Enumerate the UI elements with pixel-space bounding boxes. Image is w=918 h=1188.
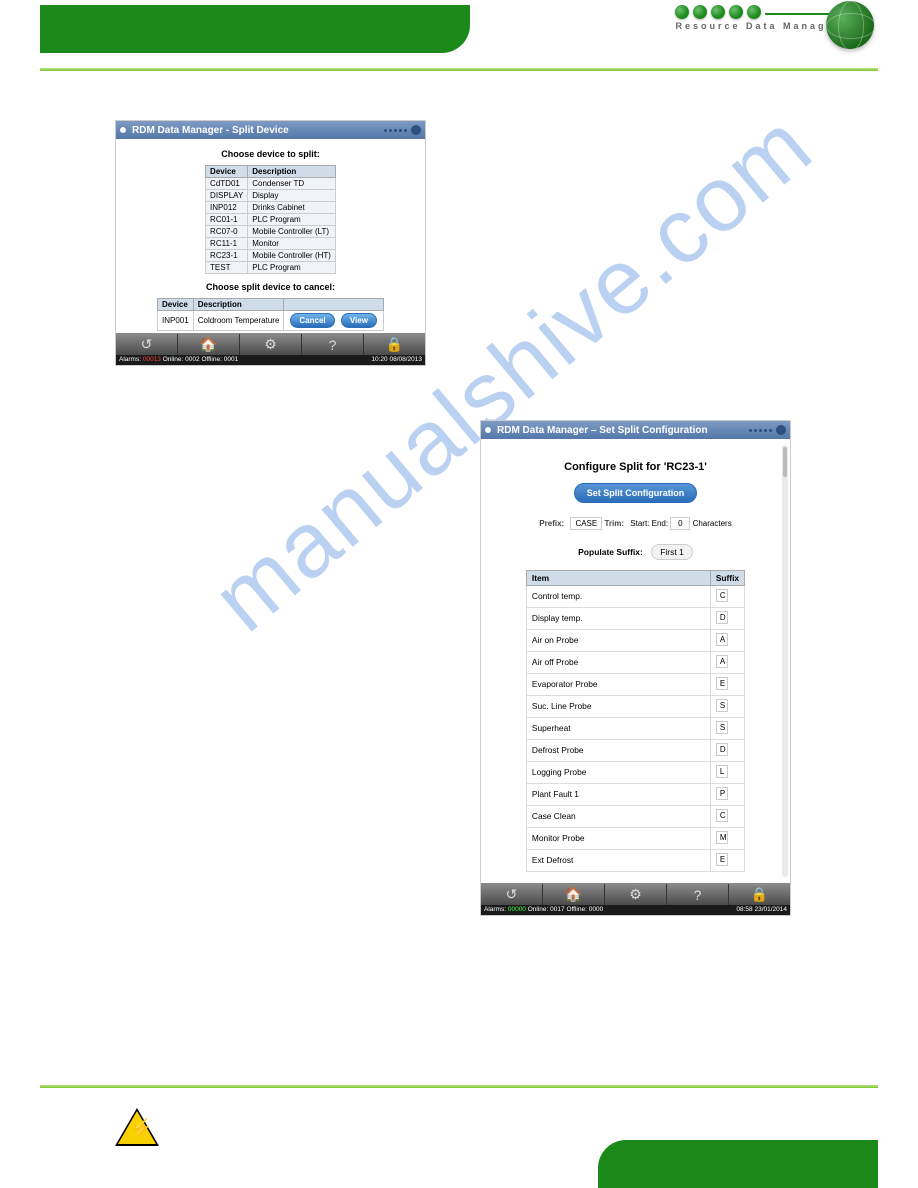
window-title: RDM Data Manager - Split Device [132, 125, 289, 136]
suffix-input[interactable]: M [716, 831, 728, 844]
choose-device-heading: Choose device to split: [116, 149, 425, 159]
suffix-input[interactable]: D [716, 611, 728, 624]
lock-icon[interactable]: 🔒 [364, 334, 425, 355]
table-row[interactable]: RC23-1Mobile Controller (HT) [206, 250, 336, 262]
view-button[interactable]: View [341, 313, 377, 328]
titlebar-logo-icon [749, 425, 786, 435]
window-menu-icon[interactable] [120, 127, 126, 133]
table-row: Ext DefrostE [526, 850, 744, 872]
table-row: Case CleanC [526, 806, 744, 828]
globe-icon [826, 1, 874, 49]
cancel-device-heading: Choose split device to cancel: [116, 282, 425, 292]
settings-icon[interactable]: ⚙ [240, 334, 302, 355]
table-row[interactable]: RC11-1Monitor [206, 238, 336, 250]
settings-icon[interactable]: ⚙ [605, 884, 667, 905]
screenshot-split-device: RDM Data Manager - Split Device Choose d… [115, 120, 426, 366]
set-split-config-button[interactable]: Set Split Configuration [574, 483, 698, 503]
trim-end-input[interactable]: 0 [670, 517, 690, 530]
col-item: Item [526, 571, 710, 586]
table-row: Suc. Line ProbeS [526, 696, 744, 718]
col-description: Description [193, 299, 284, 311]
screenshot-body: Configure Split for 'RC23-1' Set Split C… [481, 439, 790, 883]
config-line: Prefix: CASE Trim: Start: End: 0 Charact… [495, 517, 776, 530]
table-row[interactable]: RC01-1PLC Program [206, 214, 336, 226]
table-row[interactable]: INP012Drinks Cabinet [206, 202, 336, 214]
table-row[interactable]: TESTPLC Program [206, 262, 336, 274]
suffix-input[interactable]: A [716, 655, 728, 668]
table-row: Plant Fault 1P [526, 784, 744, 806]
suffix-input[interactable]: A [716, 633, 728, 646]
bottom-navbar: ↺ 🏠 ⚙ ? 🔒 [116, 333, 425, 355]
cancel-button[interactable]: Cancel [290, 313, 334, 328]
col-device: Device [206, 166, 248, 178]
window-menu-icon[interactable] [485, 427, 491, 433]
table-row: Logging ProbeL [526, 762, 744, 784]
status-bar: Alarms: 00013 Online: 0002 Offline: 0001… [116, 355, 425, 365]
status-time: 08:58 23/01/2014 [736, 906, 787, 914]
logo-area: Resource Data Management [675, 5, 868, 31]
bottom-navbar: ↺ 🏠 ⚙ ? 🔒 [481, 883, 790, 905]
table-row: Evaporator ProbeE [526, 674, 744, 696]
electrical-hazard-icon: ⚡ [115, 1108, 159, 1146]
table-row: Air on ProbeA [526, 630, 744, 652]
status-time: 10:20 08/08/2013 [371, 356, 422, 364]
screenshot-body: Choose device to split: Device Descripti… [116, 139, 425, 333]
header-green-bar [40, 5, 470, 53]
suffix-input[interactable]: L [716, 765, 728, 778]
table-row[interactable]: DISPLAYDisplay [206, 190, 336, 202]
home-icon[interactable]: 🏠 [543, 884, 605, 905]
table-row: Air off ProbeA [526, 652, 744, 674]
col-suffix: Suffix [710, 571, 744, 586]
suffix-input[interactable]: S [716, 699, 728, 712]
populate-suffix-button[interactable]: First 1 [651, 544, 693, 560]
home-icon[interactable]: 🏠 [178, 334, 240, 355]
suffix-input[interactable]: C [716, 589, 728, 602]
suffix-input[interactable]: D [716, 743, 728, 756]
titlebar-logo-icon [384, 125, 421, 135]
footer-green-bar [598, 1140, 878, 1188]
col-description: Description [248, 166, 336, 178]
configure-split-heading: Configure Split for 'RC23-1' [495, 461, 776, 473]
table-row: Display temp.D [526, 608, 744, 630]
help-icon[interactable]: ? [667, 884, 729, 905]
scrollbar[interactable] [782, 445, 788, 877]
window-title: RDM Data Manager – Set Split Configurati… [497, 425, 708, 436]
suffix-input[interactable]: P [716, 787, 728, 800]
back-icon[interactable]: ↺ [116, 334, 178, 355]
table-row[interactable]: CdTD01Condenser TD [206, 178, 336, 190]
help-icon[interactable]: ? [302, 334, 364, 355]
table-row: SuperheatS [526, 718, 744, 740]
suffix-input[interactable]: E [716, 853, 728, 866]
table-row: Monitor ProbeM [526, 828, 744, 850]
table-row[interactable]: RC07-0Mobile Controller (LT) [206, 226, 336, 238]
back-icon[interactable]: ↺ [481, 884, 543, 905]
prefix-input[interactable]: CASE [570, 517, 602, 530]
status-bar: Alarms: 00000 Online: 0017 Offline: 0000… [481, 905, 790, 915]
col-device: Device [158, 299, 194, 311]
window-titlebar: RDM Data Manager – Set Split Configurati… [481, 421, 790, 439]
cancel-table: Device Description INP001 Coldroom Tempe… [157, 298, 384, 331]
lock-icon[interactable]: 🔒 [729, 884, 790, 905]
window-titlebar: RDM Data Manager - Split Device [116, 121, 425, 139]
items-table: Item Suffix Control temp.C Display temp.… [526, 570, 745, 872]
logo-dots [675, 5, 868, 19]
screenshot-set-split-config: RDM Data Manager – Set Split Configurati… [480, 420, 791, 916]
suffix-input[interactable]: E [716, 677, 728, 690]
table-row: Control temp.C [526, 586, 744, 608]
suffix-input[interactable]: S [716, 721, 728, 734]
table-row: INP001 Coldroom Temperature Cancel View [158, 311, 384, 331]
header-rule [40, 68, 878, 71]
table-row: Defrost ProbeD [526, 740, 744, 762]
footer-rule [40, 1085, 878, 1088]
device-table: Device Description CdTD01Condenser TD DI… [205, 165, 336, 274]
suffix-input[interactable]: C [716, 809, 728, 822]
populate-suffix-line: Populate Suffix: First 1 [495, 544, 776, 560]
page-header: Resource Data Management [0, 0, 918, 75]
